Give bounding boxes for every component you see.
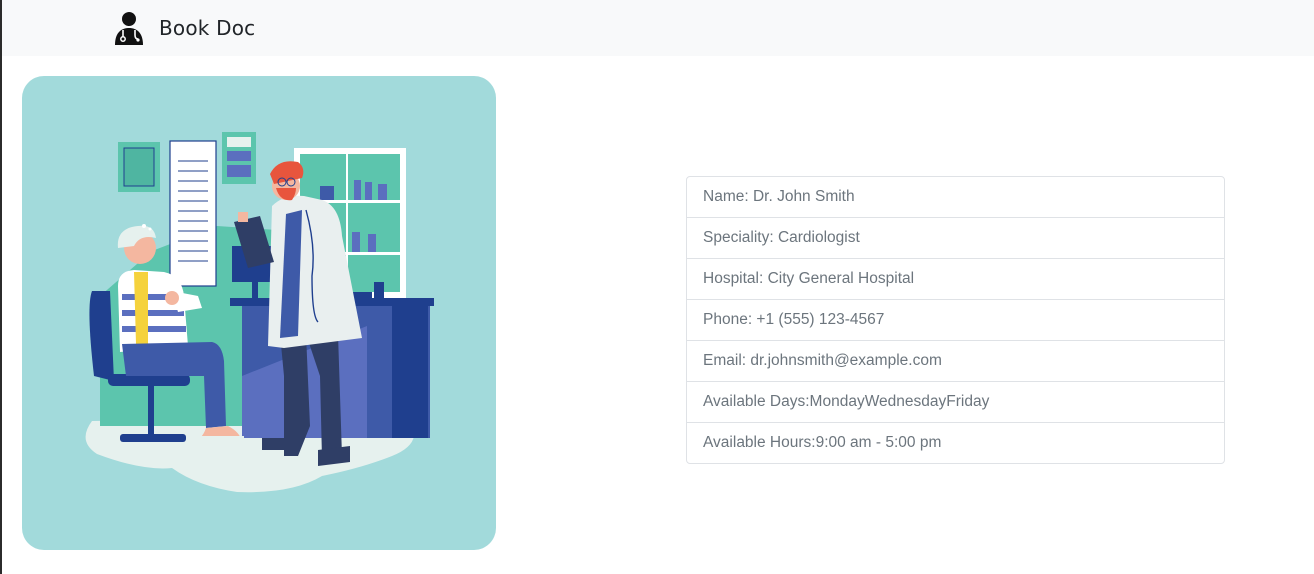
doctor-info-list: Name: Dr. John Smith Speciality: Cardiol… — [686, 176, 1225, 464]
doctor-phone: Phone: +1 (555) 123-4567 — [687, 299, 1224, 340]
doctor-patient-illustration — [22, 76, 496, 550]
doctor-available-hours: Available Hours:9:00 am - 5:00 pm — [687, 422, 1224, 463]
doctor-available-days: Available Days:MondayWednesdayFriday — [687, 381, 1224, 422]
doctor-name: Name: Dr. John Smith — [703, 188, 855, 205]
brand-title: Book Doc — [159, 16, 256, 40]
window-edge — [0, 0, 2, 574]
navbar: Book Doc — [2, 0, 1314, 56]
doctor-hospital: Hospital: City General Hospital — [687, 258, 1224, 299]
brand-link[interactable]: Book Doc — [114, 11, 255, 45]
doctor-icon — [115, 12, 143, 45]
doctor-speciality: Speciality: Cardiologist — [687, 217, 1224, 258]
doctor-email: Email: dr.johnsmith@example.com — [687, 340, 1224, 381]
